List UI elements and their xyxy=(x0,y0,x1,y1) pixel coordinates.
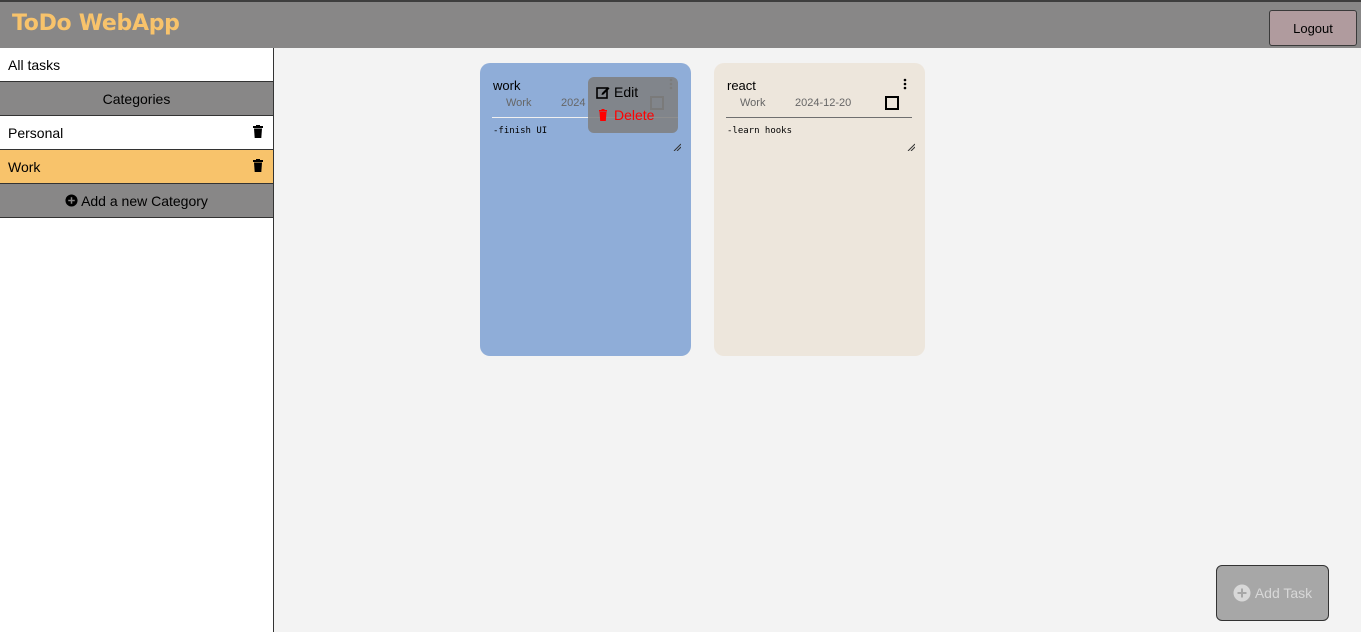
all-tasks-label: All tasks xyxy=(8,56,61,73)
task-title: react xyxy=(727,78,756,93)
add-category-label: Add a new Category xyxy=(81,192,208,209)
task-category: Work xyxy=(740,97,766,109)
resize-handle-icon[interactable] xyxy=(907,143,915,151)
task-done-checkbox[interactable] xyxy=(885,96,899,110)
divider xyxy=(726,117,912,118)
add-task-button[interactable]: Add Task xyxy=(1216,565,1329,621)
app-title: ToDo WebApp xyxy=(12,11,180,36)
delete-menu-item[interactable]: Delete xyxy=(596,107,654,123)
category-label: Personal xyxy=(8,124,64,141)
delete-label: Delete xyxy=(614,107,655,123)
task-note[interactable]: -finish UI xyxy=(493,126,547,136)
logout-button[interactable]: Logout xyxy=(1269,10,1357,46)
trash-icon[interactable] xyxy=(253,159,263,172)
top-bar: ToDo WebApp Logout xyxy=(0,0,1361,48)
trash-icon[interactable] xyxy=(253,125,263,138)
categories-header-label: Categories xyxy=(102,90,171,107)
more-options-icon[interactable] xyxy=(902,78,908,90)
edit-icon xyxy=(596,87,610,99)
add-task-label: Add Task xyxy=(1254,585,1313,601)
sidebar-item-personal[interactable]: Personal xyxy=(0,116,273,150)
sidebar-item-work[interactable]: Work xyxy=(0,150,273,184)
resize-handle-icon[interactable] xyxy=(673,143,681,151)
task-date: 2024 xyxy=(561,97,586,109)
plus-circle-icon xyxy=(65,194,78,207)
category-label: Work xyxy=(8,158,41,175)
edit-menu-item[interactable]: Edit xyxy=(596,84,638,100)
task-title: work xyxy=(493,78,521,93)
add-category-button[interactable]: Add a new Category xyxy=(0,184,273,218)
sidebar: All tasks Categories Personal Work Add a… xyxy=(0,48,274,632)
task-date: 2024-12-20 xyxy=(795,97,852,109)
task-note[interactable]: -learn hooks xyxy=(727,126,792,136)
sidebar-item-all-tasks[interactable]: All tasks xyxy=(0,48,273,82)
task-context-menu: Edit Delete xyxy=(588,77,678,133)
edit-label: Edit xyxy=(614,84,639,100)
task-card: react Work 2024-12-20 -learn hooks xyxy=(714,63,925,356)
plus-circle-icon xyxy=(1233,584,1251,602)
categories-header: Categories xyxy=(0,82,273,116)
trash-icon xyxy=(599,109,607,121)
task-category: Work xyxy=(506,97,532,109)
